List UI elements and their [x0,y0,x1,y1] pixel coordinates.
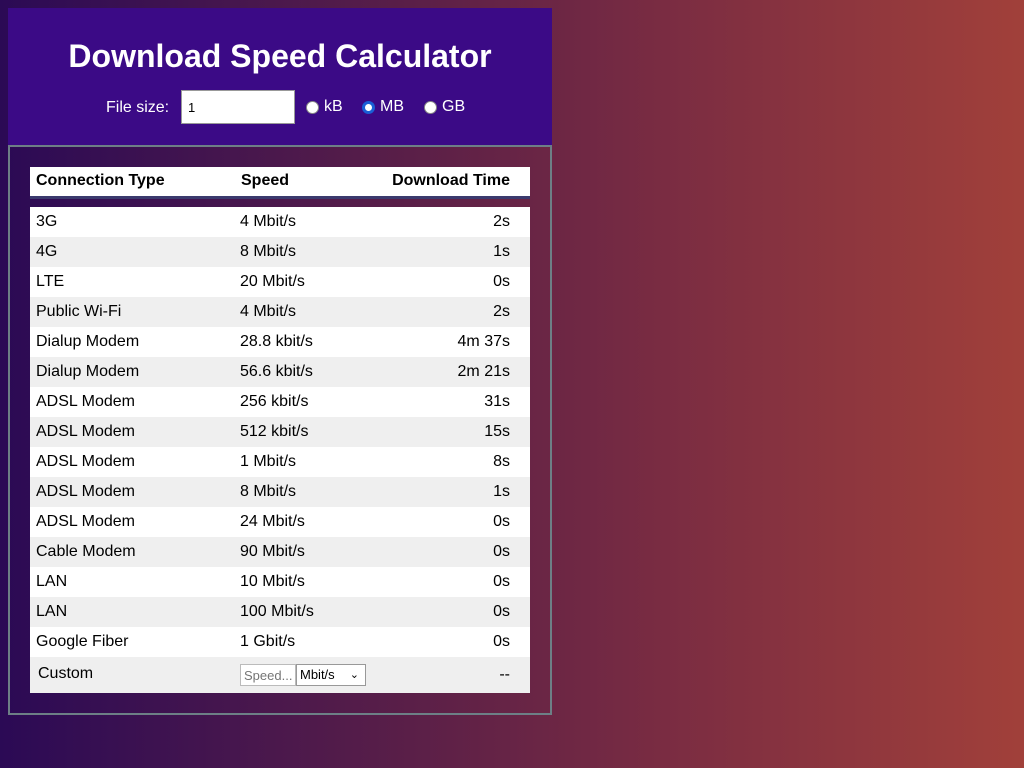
download-time: 4m 37s [457,333,510,350]
custom-unit-value: Mbit/s [300,667,335,682]
download-time: 0s [493,513,510,530]
table-row: Public Wi-Fi 4 Mbit/s 2s [30,297,530,327]
speed: 4 Mbit/s [240,213,297,230]
connection-type: ADSL Modem [36,483,135,500]
table-row: Google Fiber 1 Gbit/s 0s [30,627,530,657]
results-panel: Connection Type Speed Download Time 3G 4… [8,145,552,715]
connection-type: Dialup Modem [36,333,140,350]
connection-type: ADSL Modem [36,423,135,440]
speed: 1 Mbit/s [240,453,297,470]
speed: 100 Mbit/s [240,603,314,620]
speed: 1 Gbit/s [240,633,296,650]
header-download-time: Download Time [392,172,510,189]
table-body: 3G 4 Mbit/s 2s 4G 8 Mbit/s 1s LTE 20 Mbi… [30,207,530,693]
table-row: LAN 10 Mbit/s 0s [30,567,530,597]
table-header: Connection Type Speed Download Time [30,167,530,199]
download-time: 0s [493,603,510,620]
custom-label: Custom [38,665,94,682]
speed: 28.8 kbit/s [240,333,313,350]
download-time: 1s [493,483,510,500]
connection-type: LAN [36,573,68,590]
unit-label-kb: kB [324,98,343,115]
custom-row: Custom Mbit/s ⌄ -- [30,657,530,693]
connection-type: LTE [36,273,65,290]
speed: 8 Mbit/s [240,483,297,500]
unit-radio-mb[interactable]: MB [362,98,404,116]
unit-label-mb: MB [380,98,404,115]
radio-button-icon[interactable] [306,100,319,114]
table-row: Dialup Modem 56.6 kbit/s 2m 21s [30,357,530,387]
connection-type: LAN [36,603,68,620]
table-row: Dialup Modem 28.8 kbit/s 4m 37s [30,327,530,357]
unit-radio-kb[interactable]: kB [306,98,343,116]
header: Download Speed Calculator File size: kB … [8,8,552,145]
custom-download-time: -- [499,666,510,683]
download-time: 2s [493,213,510,230]
table-row: ADSL Modem 512 kbit/s 15s [30,417,530,447]
connection-type: 3G [36,213,58,230]
table-row: ADSL Modem 8 Mbit/s 1s [30,477,530,507]
speed: 10 Mbit/s [240,573,305,590]
connection-type: Cable Modem [36,543,136,560]
download-time: 2m 21s [457,363,510,380]
download-time: 0s [493,573,510,590]
speed: 512 kbit/s [240,423,309,440]
chevron-down-icon: ⌄ [349,669,359,681]
download-time: 0s [493,273,510,290]
connection-type: Dialup Modem [36,363,140,380]
radio-button-icon[interactable] [424,100,437,114]
table-row: ADSL Modem 24 Mbit/s 0s [30,507,530,537]
speed: 90 Mbit/s [240,543,305,560]
connection-type: ADSL Modem [36,393,135,410]
speed: 24 Mbit/s [240,513,305,530]
speed: 256 kbit/s [240,393,309,410]
table-row: LAN 100 Mbit/s 0s [30,597,530,627]
unit-radio-gb[interactable]: GB [424,98,465,116]
custom-unit-select[interactable]: Mbit/s ⌄ [296,664,366,686]
file-size-label: File size: [106,99,170,116]
download-time: 8s [493,453,510,470]
table-row: LTE 20 Mbit/s 0s [30,267,530,297]
download-time: 0s [493,543,510,560]
custom-speed-input[interactable] [240,664,296,686]
connection-type: ADSL Modem [36,453,135,470]
download-time: 31s [484,393,510,410]
connection-type: 4G [36,243,58,260]
header-speed: Speed [241,172,290,189]
speed: 4 Mbit/s [240,303,297,320]
unit-label-gb: GB [442,98,466,115]
download-time: 0s [493,633,510,650]
download-time: 1s [493,243,510,260]
connection-type: Public Wi-Fi [36,303,122,320]
speed: 8 Mbit/s [240,243,297,260]
table-row: ADSL Modem 1 Mbit/s 8s [30,447,530,477]
table-row: 3G 4 Mbit/s 2s [30,207,530,237]
table-row: ADSL Modem 256 kbit/s 31s [30,387,530,417]
file-size-input[interactable] [181,90,295,124]
radio-button-checked-icon[interactable] [362,100,375,114]
file-size-row: File size: kB MB GB [8,90,552,126]
speed: 56.6 kbit/s [240,363,313,380]
table-row: Cable Modem 90 Mbit/s 0s [30,537,530,567]
download-time: 2s [493,303,510,320]
table-row: 4G 8 Mbit/s 1s [30,237,530,267]
speed: 20 Mbit/s [240,273,305,290]
page-title: Download Speed Calculator [68,38,492,74]
connection-type: ADSL Modem [36,513,135,530]
header-connection-type: Connection Type [36,172,165,189]
connection-type: Google Fiber [36,633,129,650]
download-time: 15s [484,423,510,440]
